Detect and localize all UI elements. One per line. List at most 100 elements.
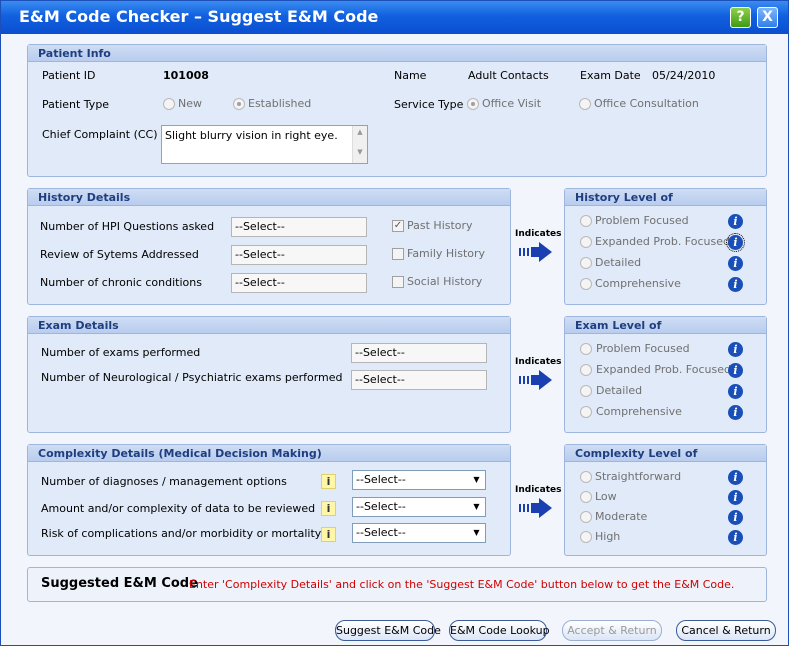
exam-level-label-1: Problem Focused: [596, 342, 690, 355]
history-indicates-label: Indicates: [515, 229, 562, 239]
complexity-level-radio-2[interactable]: [580, 491, 592, 503]
hpi-select[interactable]: --Select--: [231, 217, 367, 237]
code-lookup-button[interactable]: E&M Code Lookup: [449, 620, 550, 641]
patient-info-header: Patient Info: [38, 47, 111, 60]
exam-arrow-icon: [519, 370, 552, 390]
radio-established-label: Established: [248, 97, 312, 110]
complexity-level-label-3: Moderate: [595, 510, 648, 523]
complexity-level-radio-1[interactable]: [580, 471, 592, 483]
name-value: Adult Contacts: [468, 69, 549, 82]
info-icon[interactable]: i: [728, 342, 743, 357]
risk-info-icon[interactable]: i: [321, 527, 336, 542]
radio-office-visit[interactable]: [467, 98, 479, 110]
info-icon[interactable]: i: [728, 490, 743, 505]
family-history-checkbox[interactable]: [392, 248, 404, 260]
exam-date-value: 05/24/2010: [652, 69, 716, 82]
complexity-arrow-icon: [519, 498, 552, 518]
neuro-exams-label: Number of Neurological / Psychiatric exa…: [41, 371, 343, 384]
textarea-scrollbar[interactable]: ▲ ▼: [352, 126, 367, 163]
radio-new[interactable]: [163, 98, 175, 110]
history-level-header: History Level of: [575, 191, 673, 204]
social-history-label: Social History: [407, 275, 483, 288]
info-icon[interactable]: i: [728, 214, 743, 229]
dialog-window: E&M Code Checker – Suggest E&M Code ? X …: [0, 0, 789, 646]
diagnoses-label: Number of diagnoses / management options: [41, 475, 287, 488]
risk-select[interactable]: --Select-- ▼: [352, 523, 486, 543]
history-level-label-3: Detailed: [595, 256, 642, 269]
complexity-level-header: Complexity Level of: [575, 447, 698, 460]
info-icon[interactable]: i: [728, 277, 743, 292]
history-level-radio-1[interactable]: [580, 215, 592, 227]
info-icon[interactable]: i: [728, 256, 743, 271]
info-icon[interactable]: i: [728, 470, 743, 485]
dropdown-arrow-icon: ▼: [473, 475, 480, 484]
cancel-return-button[interactable]: Cancel & Return: [676, 620, 776, 641]
chronic-label: Number of chronic conditions: [40, 276, 202, 289]
radio-established[interactable]: [233, 98, 245, 110]
complexity-level-label-2: Low: [595, 490, 617, 503]
social-history-checkbox[interactable]: [392, 276, 404, 288]
diagnoses-select[interactable]: --Select-- ▼: [352, 470, 486, 490]
history-level-label-4: Comprehensive: [595, 277, 681, 290]
dropdown-arrow-icon: ▼: [473, 502, 480, 511]
chronic-select[interactable]: --Select--: [231, 273, 367, 293]
info-icon[interactable]: i: [728, 405, 743, 420]
exam-level-header: Exam Level of: [575, 319, 662, 332]
risk-select-value: --Select--: [356, 526, 406, 539]
info-icon[interactable]: i: [728, 530, 743, 545]
data-reviewed-label: Amount and/or complexity of data to be r…: [41, 502, 316, 515]
suggested-code-message: Enter 'Complexity Details' and click on …: [189, 578, 735, 591]
complexity-level-label-4: High: [595, 530, 621, 543]
ros-select[interactable]: --Select--: [231, 245, 367, 265]
chief-complaint-value: Slight blurry vision in right eye.: [165, 129, 338, 142]
exam-indicates-label: Indicates: [515, 357, 562, 367]
data-reviewed-select[interactable]: --Select-- ▼: [352, 497, 486, 517]
history-level-radio-2[interactable]: [580, 236, 592, 248]
window-title: E&M Code Checker – Suggest E&M Code: [19, 7, 379, 26]
info-icon[interactable]: i: [728, 363, 743, 378]
complexity-level-radio-4[interactable]: [580, 531, 592, 543]
risk-label: Risk of complications and/or morbidity o…: [41, 527, 322, 540]
past-history-checkbox[interactable]: ✓: [392, 220, 404, 232]
exam-date-label: Exam Date: [580, 69, 641, 82]
family-history-label: Family History: [407, 247, 486, 260]
exam-level-label-3: Detailed: [596, 384, 643, 397]
exam-level-radio-1[interactable]: [580, 343, 592, 355]
info-icon[interactable]: i: [728, 510, 743, 525]
info-icon[interactable]: i: [726, 233, 745, 252]
help-button[interactable]: ?: [730, 7, 751, 28]
past-history-label: Past History: [407, 219, 473, 232]
data-reviewed-info-icon[interactable]: i: [321, 501, 336, 516]
complexity-details-header: Complexity Details (Medical Decision Mak…: [38, 447, 322, 460]
title-bar: E&M Code Checker – Suggest E&M Code ? X: [1, 1, 788, 34]
radio-new-label: New: [178, 97, 202, 110]
history-arrow-icon: [519, 242, 552, 262]
patient-id-value: 101008: [163, 69, 209, 82]
exam-level-radio-3[interactable]: [580, 385, 592, 397]
exams-performed-label: Number of exams performed: [41, 346, 201, 359]
info-icon[interactable]: i: [728, 384, 743, 399]
data-reviewed-select-value: --Select--: [356, 500, 406, 513]
hpi-label: Number of HPI Questions asked: [40, 220, 215, 233]
close-button[interactable]: X: [757, 7, 778, 28]
complexity-level-label-1: Straightforward: [595, 470, 682, 483]
suggest-code-button[interactable]: Suggest E&M Code: [335, 620, 441, 641]
history-level-radio-3[interactable]: [580, 257, 592, 269]
complexity-level-radio-3[interactable]: [580, 511, 592, 523]
suggested-code-title: Suggested E&M Code: [41, 576, 198, 591]
exams-performed-select[interactable]: --Select--: [351, 343, 487, 363]
history-level-radio-4[interactable]: [580, 278, 592, 290]
chief-complaint-textarea[interactable]: Slight blurry vision in right eye. ▲ ▼: [161, 125, 368, 164]
neuro-exams-select[interactable]: --Select--: [351, 370, 487, 390]
name-label: Name: [394, 69, 427, 82]
radio-office-consultation-label: Office Consultation: [594, 97, 699, 110]
exam-level-radio-4[interactable]: [580, 406, 592, 418]
radio-office-consultation[interactable]: [579, 98, 591, 110]
chief-complaint-label: Chief Complaint (CC): [42, 128, 158, 141]
diagnoses-info-icon[interactable]: i: [321, 474, 336, 489]
patient-id-label: Patient ID: [42, 69, 96, 82]
ros-label: Review of Sytems Addressed: [40, 248, 199, 261]
accept-return-button[interactable]: Accept & Return: [562, 620, 662, 641]
history-level-label-2: Expanded Prob. Focused: [595, 235, 730, 248]
exam-level-radio-2[interactable]: [580, 364, 592, 376]
